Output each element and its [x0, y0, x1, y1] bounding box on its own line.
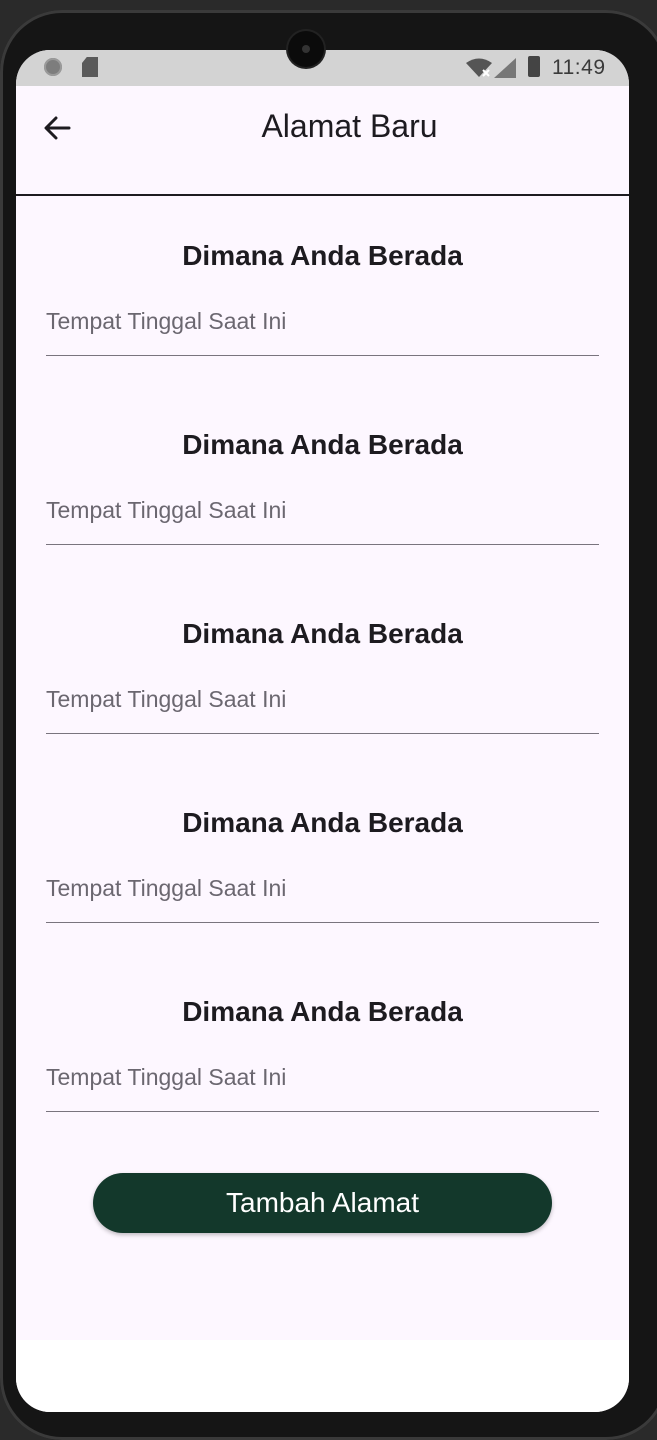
residence-input[interactable] [46, 296, 599, 356]
notification-dot-icon [44, 58, 62, 76]
section-title: Dimana Anda Berada [182, 240, 463, 271]
page-title: Alamat Baru [261, 108, 438, 144]
residence-input[interactable] [46, 485, 599, 545]
residence-input[interactable] [46, 1052, 599, 1112]
status-time: 11:49 [552, 56, 606, 79]
address-section: Dimana Anda Berada [16, 240, 629, 429]
wifi-icon [466, 58, 492, 77]
signal-icon [494, 58, 516, 78]
device-screen: 11:49 Alamat Baru Dimana Anda Berada Dim… [16, 50, 629, 1412]
section-title: Dimana Anda Berada [182, 996, 463, 1027]
section-title: Dimana Anda Berada [182, 618, 463, 649]
system-navigation-bar [16, 1340, 629, 1412]
battery-icon [528, 56, 540, 77]
sd-card-icon [82, 57, 98, 77]
address-section: Dimana Anda Berada [16, 807, 629, 996]
address-section: Dimana Anda Berada [16, 429, 629, 618]
device-frame: 11:49 Alamat Baru Dimana Anda Berada Dim… [0, 10, 657, 1440]
app-bar-divider [16, 194, 629, 196]
address-section: Dimana Anda Berada [16, 618, 629, 807]
address-section: Dimana Anda Berada [16, 996, 629, 1185]
section-title: Dimana Anda Berada [182, 429, 463, 460]
add-address-button[interactable]: Tambah Alamat [93, 1173, 552, 1233]
app-bar: Alamat Baru [16, 86, 629, 194]
front-camera [288, 31, 324, 67]
residence-input[interactable] [46, 863, 599, 923]
residence-input[interactable] [46, 674, 599, 734]
section-title: Dimana Anda Berada [182, 807, 463, 838]
